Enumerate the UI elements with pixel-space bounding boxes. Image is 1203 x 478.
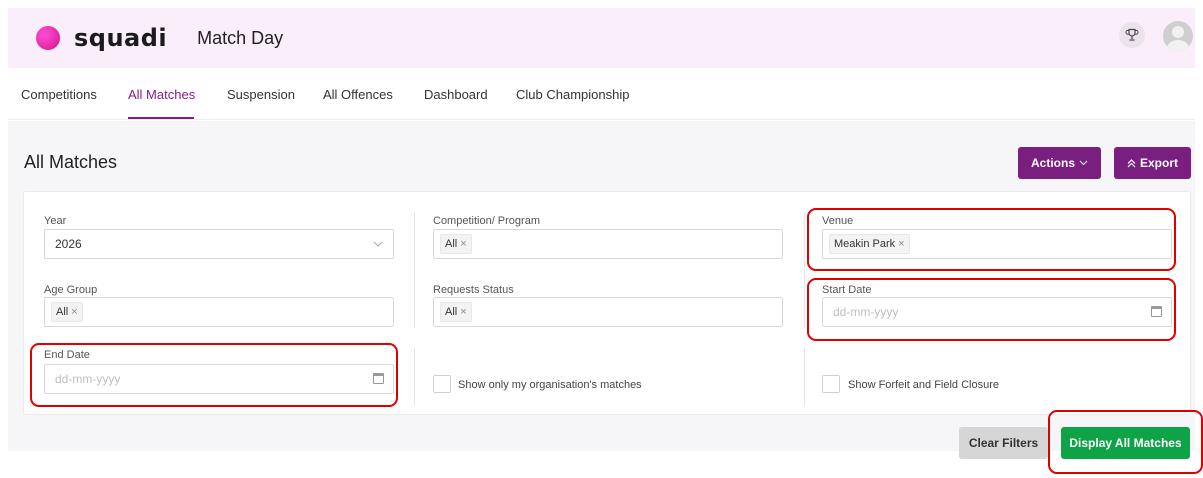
avatar-silhouette-icon [1167, 26, 1189, 51]
year-label: Year [44, 215, 67, 227]
logo-text: squadi [74, 24, 168, 52]
chevron-down-icon [373, 241, 383, 247]
competition-tag: All × [440, 234, 472, 254]
requests-status-select[interactable]: All × [433, 297, 783, 327]
tab-club-championship[interactable]: Club Championship [516, 87, 629, 102]
app-title: Match Day [197, 27, 284, 48]
requests-status-tag: All × [440, 302, 472, 322]
own-org-checkbox[interactable] [433, 375, 451, 393]
actions-label: Actions [1030, 156, 1075, 170]
year-select[interactable]: 2026 [44, 229, 394, 259]
age-group-tag-text: All [56, 306, 69, 318]
requests-status-label: Requests Status [433, 284, 514, 296]
tab-suspension[interactable]: Suspension [227, 87, 295, 102]
main-nav: Competitions All Matches Suspension All … [8, 68, 1195, 120]
start-date-highlight [807, 278, 1176, 341]
trophy-icon[interactable] [1119, 22, 1145, 48]
tab-all-matches[interactable]: All Matches [128, 87, 195, 102]
age-group-label: Age Group [44, 284, 98, 296]
tab-all-offences[interactable]: All Offences [323, 87, 393, 102]
end-date-highlight [30, 343, 398, 407]
clear-filters-button[interactable]: Clear Filters [959, 427, 1048, 459]
tab-competitions[interactable]: Competitions [21, 87, 97, 102]
page-title: All Matches [24, 152, 118, 172]
app-header: squadi Match Day [8, 8, 1195, 68]
display-button-highlight [1048, 410, 1203, 474]
remove-tag-icon[interactable]: × [460, 306, 466, 318]
trophy-glyph-icon [1125, 28, 1139, 41]
column-divider [414, 212, 415, 328]
squadi-logo[interactable]: squadi [36, 24, 167, 52]
user-avatar-icon[interactable] [1163, 21, 1193, 51]
remove-tag-icon[interactable]: × [460, 238, 466, 250]
logo-dot-icon [36, 26, 60, 50]
requests-status-tag-text: All [445, 306, 458, 318]
venue-highlight [807, 208, 1176, 271]
column-divider [804, 348, 805, 406]
competition-tag-text: All [445, 238, 458, 250]
age-group-tag: All × [51, 302, 83, 322]
tab-dashboard[interactable]: Dashboard [424, 87, 488, 102]
own-org-checkbox-label: Show only my organisation's matches [458, 379, 642, 391]
column-divider [804, 212, 805, 328]
year-value: 2026 [55, 237, 82, 251]
export-button[interactable]: Export [1114, 147, 1191, 179]
export-label: Export [1139, 156, 1178, 170]
forfeit-checkbox-label: Show Forfeit and Field Closure [848, 379, 1000, 391]
actions-button[interactable]: Actions [1018, 147, 1101, 179]
active-tab-indicator [128, 117, 194, 119]
chevron-down-icon [1079, 160, 1088, 166]
age-group-select[interactable]: All × [44, 297, 394, 327]
column-divider [414, 348, 415, 406]
forfeit-checkbox[interactable] [822, 375, 840, 393]
double-chevron-up-icon [1127, 158, 1136, 167]
competition-label: Competition/ Program [433, 215, 540, 227]
remove-tag-icon[interactable]: × [71, 306, 77, 318]
competition-select[interactable]: All × [433, 229, 783, 259]
